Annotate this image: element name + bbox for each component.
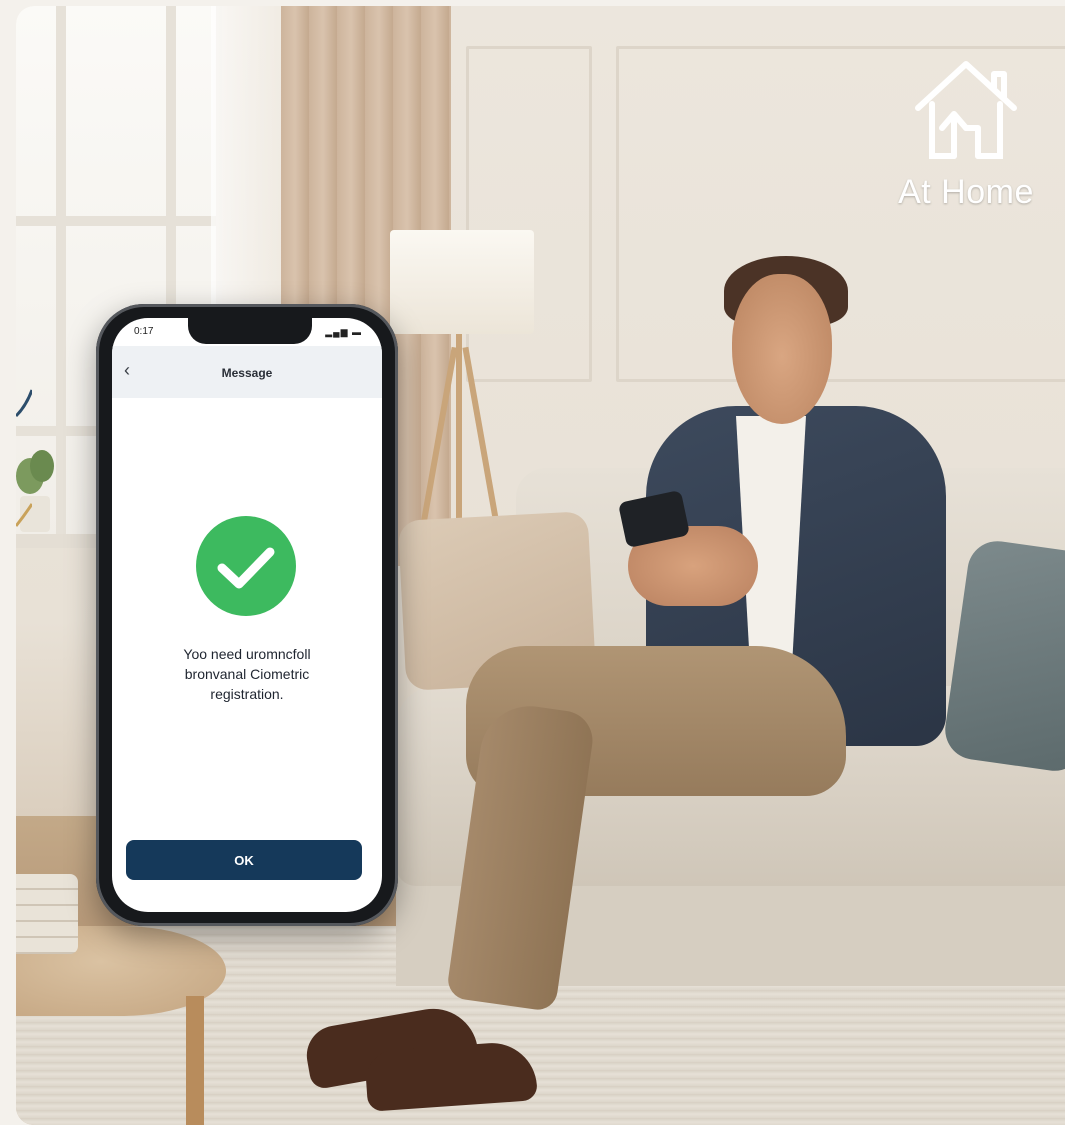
table-leg: [186, 996, 204, 1125]
floor-lamp-shade: [390, 230, 534, 334]
book-stack: [16, 874, 78, 954]
phone-mockup: 0:17 ▂▄▆ ▬ ‹ Message Yoo need uromncfoll…: [96, 304, 398, 926]
nav-bar: ‹ Message: [112, 346, 382, 398]
shoe: [364, 1040, 538, 1112]
status-time: 0:17: [134, 326, 154, 337]
nav-title: Message: [221, 366, 273, 380]
phone-notch: [188, 318, 312, 344]
lamp-leg: [456, 334, 462, 534]
decorative-arc: [16, 389, 32, 527]
phone-screen: 0:17 ▂▄▆ ▬ ‹ Message Yoo need uromncfoll…: [112, 318, 382, 912]
at-home-badge: At Home: [876, 56, 1056, 212]
status-icons: ▂▄▆ ▬: [325, 327, 362, 337]
window-frame: [16, 216, 216, 226]
message-text: Yoo need uromncfoll bronvanal Ciometric …: [183, 646, 311, 702]
success-check-icon: [196, 516, 296, 616]
ok-button[interactable]: OK: [126, 840, 362, 880]
man-face: [732, 274, 832, 424]
house-arrow-icon: [915, 61, 1017, 159]
at-home-label: At Home: [898, 173, 1034, 211]
